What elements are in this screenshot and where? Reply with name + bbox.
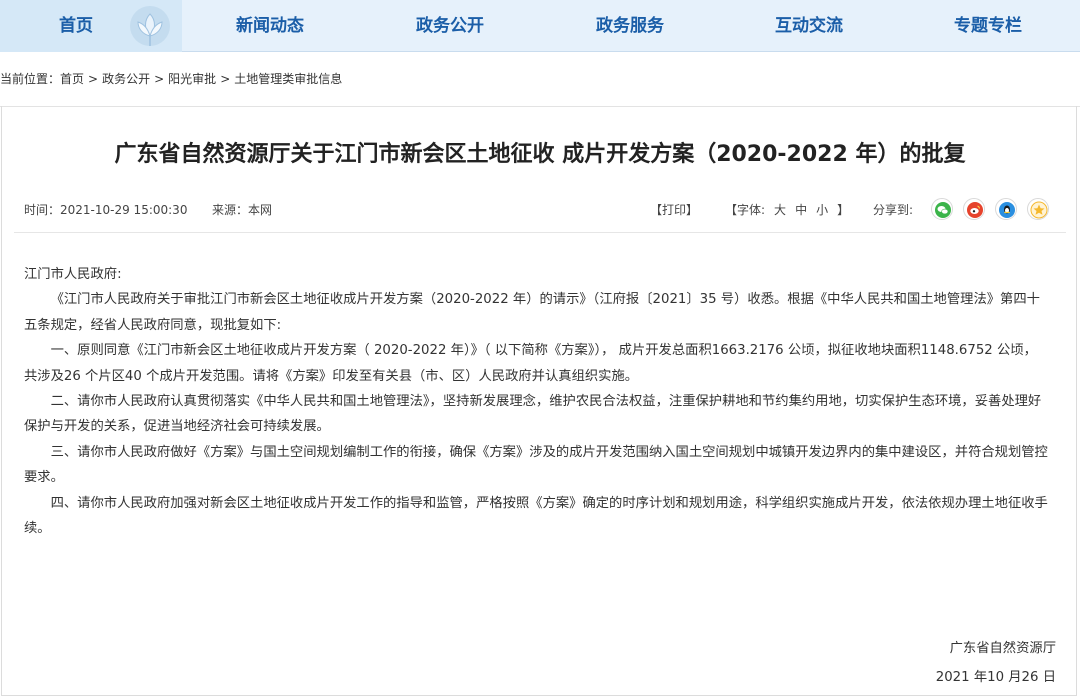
paragraph: 一、原则同意《江门市新会区土地征收成片开发方案（ 2020-2022 年）》（ … xyxy=(24,343,1037,384)
paragraph: 《江门市人民政府关于审批江门市新会区土地征收成片开发方案（2020-2022 年… xyxy=(24,292,1040,333)
font-size-controls: 【字体: 大中小】 xyxy=(725,201,858,218)
breadcrumb-item-sunshine-approval[interactable]: 阳光审批 xyxy=(168,70,216,87)
breadcrumb-prefix: 当前位置： xyxy=(0,72,61,86)
breadcrumb-item-gov-open[interactable]: 政务公开 xyxy=(102,70,150,87)
top-nav: 首页 新闻动态 政务公开 政务服务 互动交流 专题专栏 xyxy=(0,0,1080,52)
nav-special-topics[interactable]: 专题专栏 xyxy=(908,0,1068,52)
breadcrumb-separator: > xyxy=(154,72,165,86)
salutation: 江门市人民政府: xyxy=(24,267,122,282)
publish-time: 时间：2021-10-29 15:00:30 xyxy=(24,203,188,217)
font-small-button[interactable]: 小 xyxy=(816,203,828,217)
meta-divider xyxy=(14,232,1066,233)
magnolia-logo-icon xyxy=(130,6,170,46)
wechat-icon[interactable] xyxy=(931,198,953,220)
font-large-button[interactable]: 大 xyxy=(774,203,786,217)
paragraph: 四、请你市人民政府加强对新会区土地征收成片开发工作的指导和监管，严格按照《方案》… xyxy=(24,495,1048,537)
print-button[interactable]: 【打印】 xyxy=(650,201,698,218)
nav-gov-services[interactable]: 政务服务 xyxy=(550,0,710,52)
nav-special-topics-label: 专题专栏 xyxy=(954,16,1022,36)
article-title: 广东省自然资源厅关于江门市新会区土地征收 成片开发方案（2020-2022 年）… xyxy=(114,142,966,167)
font-size-label: 【字体: xyxy=(725,203,766,217)
paragraph: 二、请你市人民政府认真贯彻落实《中华人民共和国土地管理法》，坚持新发展理念，维护… xyxy=(24,394,1042,435)
nav-home-label: 首页 xyxy=(59,16,93,36)
nav-gov-services-label: 政务服务 xyxy=(596,16,664,36)
nav-news[interactable]: 新闻动态 xyxy=(190,0,350,52)
signature-date: 2021 年10 月26 日 xyxy=(935,670,1056,685)
weibo-icon[interactable] xyxy=(963,198,985,220)
article-body: 江门市人民政府: 《江门市人民政府关于审批江门市新会区土地征收成片开发方案（20… xyxy=(24,262,1050,541)
nav-gov-affairs-open-label: 政务公开 xyxy=(416,16,484,36)
font-size-close: 】 xyxy=(837,203,850,217)
breadcrumb-item-land-approval[interactable]: 土地管理类审批信息 xyxy=(234,70,342,87)
signature-org: 广东省自然资源厅 xyxy=(949,641,1056,656)
breadcrumb-separator: > xyxy=(220,72,231,86)
breadcrumb: 当前位置：首页 > 政务公开 > 阳光审批 > 土地管理类审批信息 xyxy=(0,70,342,87)
font-medium-button[interactable]: 中 xyxy=(795,203,807,217)
paragraph: 三、请你市人民政府做好《方案》与国土空间规划编制工作的衔接，确保《方案》涉及的成… xyxy=(24,444,1048,486)
breadcrumb-separator: > xyxy=(88,72,99,86)
breadcrumb-item-home[interactable]: 首页 xyxy=(60,70,84,87)
article-source: 来源：本网 xyxy=(212,203,273,217)
nav-gov-affairs-open[interactable]: 政务公开 xyxy=(370,0,530,52)
nav-news-label: 新闻动态 xyxy=(236,16,304,36)
qzone-icon[interactable] xyxy=(1027,198,1049,220)
qq-icon[interactable] xyxy=(995,198,1017,220)
nav-home[interactable]: 首页 xyxy=(0,0,182,52)
nav-interaction-label: 互动交流 xyxy=(775,16,843,36)
share-label: 分享到: xyxy=(873,203,914,217)
nav-interaction[interactable]: 互动交流 xyxy=(729,0,889,52)
